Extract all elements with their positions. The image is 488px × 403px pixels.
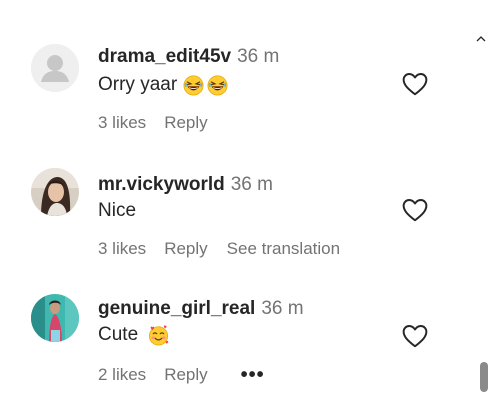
username-text[interactable]: drama_edit45v [98, 46, 231, 67]
likes-count[interactable]: 2 likes [98, 365, 146, 385]
scrollbar-thumb[interactable] [480, 362, 488, 392]
heart-outline-icon[interactable] [402, 324, 428, 348]
reply-button[interactable]: Reply [164, 113, 207, 133]
likes-count[interactable]: 3 likes [98, 113, 146, 133]
comment-text: Nice [98, 200, 136, 222]
comment-item: mr.vickyworld 36 m Nice 3 likes Reply See… [0, 162, 470, 272]
heart-outline-icon[interactable] [402, 72, 428, 96]
username-text[interactable]: mr.vickyworld [98, 174, 225, 195]
comment-time: 36 m [237, 46, 280, 67]
likes-count[interactable]: 3 likes [98, 239, 146, 259]
comment-body: Orry yaar [98, 74, 178, 95]
profile-photo-icon [31, 294, 79, 342]
comment-body: Cute [98, 324, 139, 345]
comments-panel: drama_edit45v 36 m Orry yaar 3 likes Rep… [0, 0, 488, 403]
grinning-squinting-tears-emoji-icon [207, 75, 228, 95]
comment-item: drama_edit45v 36 m Orry yaar 3 likes Rep… [0, 36, 470, 146]
grinning-squinting-tears-emoji-icon [183, 75, 204, 95]
comment-actions: 2 likes Reply ••• [98, 365, 265, 385]
comment-actions: 3 likes Reply [98, 113, 227, 133]
comment-text: Cute [98, 324, 169, 346]
avatar[interactable] [31, 168, 79, 216]
reply-button[interactable]: Reply [164, 239, 207, 259]
reply-button[interactable]: Reply [164, 365, 207, 385]
chevron-up-icon[interactable] [476, 34, 486, 44]
comment-username[interactable]: drama_edit45v 36 m [98, 46, 279, 68]
username-text[interactable]: genuine_girl_real [98, 298, 255, 319]
comment-item: genuine_girl_real 36 m Cute 2 likes Reply… [0, 288, 470, 398]
profile-photo-icon [31, 168, 79, 216]
heart-outline-icon[interactable] [402, 198, 428, 222]
avatar[interactable] [31, 294, 79, 342]
comment-time: 36 m [230, 174, 273, 195]
comment-time: 36 m [261, 298, 304, 319]
comment-actions: 3 likes Reply See translation [98, 239, 359, 259]
comment-username[interactable]: mr.vickyworld 36 m [98, 174, 273, 196]
comment-username[interactable]: genuine_girl_real 36 m [98, 298, 304, 320]
comment-body: Nice [98, 200, 137, 221]
more-options-button[interactable]: ••• [241, 365, 265, 385]
see-translation-button[interactable]: See translation [227, 239, 340, 259]
avatar[interactable] [31, 44, 79, 92]
smiling-face-with-hearts-emoji-icon [149, 325, 169, 345]
comment-text: Orry yaar [98, 74, 228, 96]
default-avatar-icon [31, 44, 79, 92]
scrollbar[interactable] [474, 0, 488, 403]
